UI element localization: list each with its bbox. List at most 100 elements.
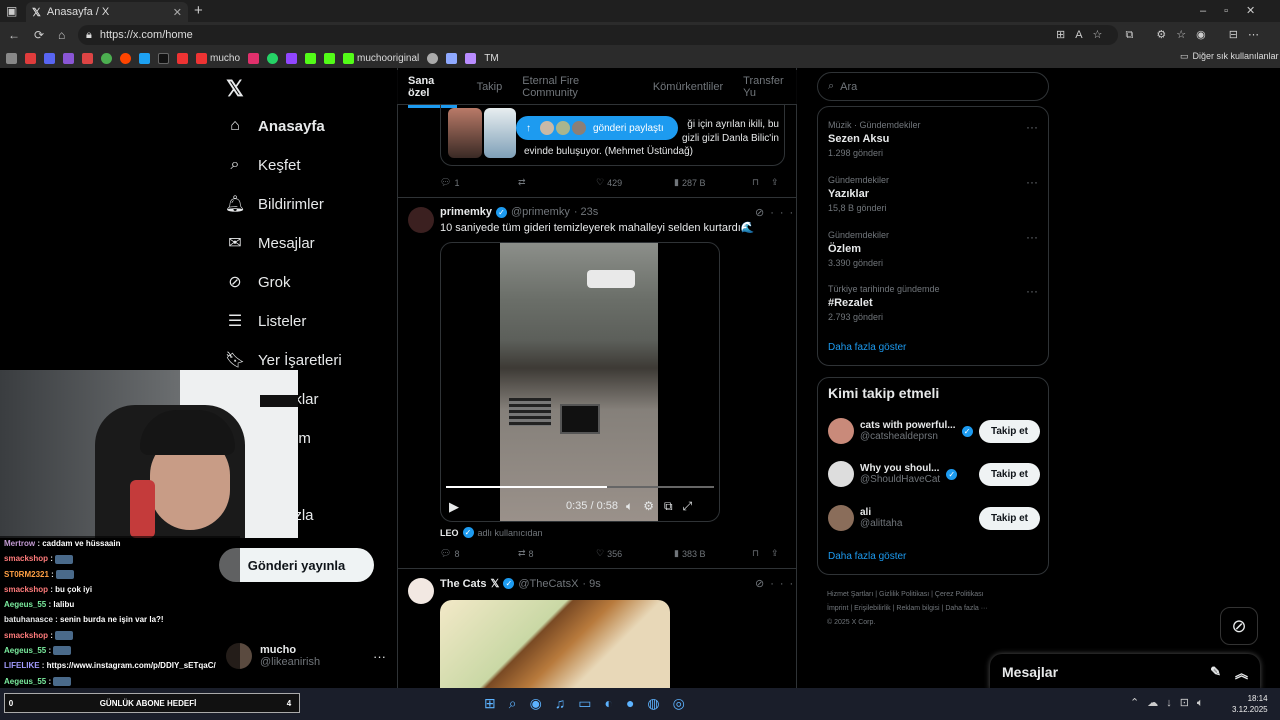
- kick-icon[interactable]: [324, 52, 336, 64]
- bookmark-icon[interactable]: [6, 52, 17, 64]
- youtube-icon[interactable]: [177, 52, 188, 64]
- like-button[interactable]: ♡ 429: [596, 177, 674, 188]
- more-icon[interactable]: ···: [1026, 175, 1038, 189]
- repost-button[interactable]: ⇄: [518, 177, 596, 188]
- more-icon[interactable]: ···: [1026, 230, 1038, 244]
- more-icon[interactable]: ···: [373, 649, 386, 664]
- tab-actions-icon[interactable]: ▣: [6, 4, 17, 18]
- new-tab-icon[interactable]: +: [194, 2, 203, 19]
- reply-button[interactable]: 💬︎ 8: [440, 548, 518, 559]
- nav-lists[interactable]: ☰ Listeler: [226, 309, 307, 333]
- play-icon[interactable]: ▶: [449, 499, 459, 515]
- tab-following[interactable]: Takip: [477, 81, 503, 93]
- who-show-more[interactable]: Daha fazla göster: [828, 551, 906, 562]
- author-handle[interactable]: @TheCatsX: [518, 578, 578, 590]
- lock-icon: 🔒︎: [86, 28, 92, 41]
- bookmark-icon[interactable]: [427, 52, 439, 64]
- views-button[interactable]: ▮ 383 B: [674, 548, 752, 559]
- bookmark-muchooriginal[interactable]: muchooriginal: [343, 52, 419, 64]
- like-button[interactable]: ♡ 356: [596, 548, 674, 559]
- bookmark-icon[interactable]: [25, 52, 36, 64]
- instagram-icon[interactable]: [248, 52, 260, 64]
- follow-suggestion[interactable]: Why you shoul... @ShouldHaveCat ✓ Takip e…: [828, 461, 1040, 487]
- compose-message-icon[interactable]: ✎: [1210, 664, 1221, 680]
- new-posts-pill[interactable]: ↑ gönderi paylaştı: [516, 116, 678, 140]
- search-input[interactable]: ⌕ Ara: [817, 72, 1049, 101]
- more-icon[interactable]: ···: [1026, 284, 1038, 298]
- tab-transfer[interactable]: Transfer Yu: [743, 75, 797, 99]
- bookmark-mucho[interactable]: mucho: [196, 52, 240, 64]
- clock[interactable]: 18:14 3.12.2025: [1232, 693, 1268, 715]
- other-bookmarks[interactable]: ▭ Diğer sık kullanılanlar: [1180, 51, 1279, 62]
- bookmark-icon[interactable]: [465, 52, 477, 64]
- trend-item[interactable]: Gündemdekiler Yazıklar 15,8 B gönderi: [828, 175, 889, 213]
- close-tab-icon[interactable]: ✕: [173, 6, 182, 19]
- avatar[interactable]: [408, 578, 434, 604]
- bookmark-icon[interactable]: [446, 52, 458, 64]
- post-button[interactable]: Gönderi yayınla: [219, 548, 374, 582]
- tweet-image[interactable]: [440, 600, 670, 688]
- discord-icon[interactable]: [44, 52, 55, 64]
- follow-button[interactable]: Takip et: [978, 506, 1040, 530]
- nav-notifications[interactable]: 🔔︎ Bildirimler: [225, 192, 324, 216]
- account-switcher[interactable]: mucho @likeanirish ···: [226, 643, 386, 669]
- tab-komurkentliler[interactable]: Kömürkentliler: [653, 81, 723, 93]
- more-icon[interactable]: ···: [1026, 120, 1038, 134]
- nav-bookmarks[interactable]: 🔖︎ Yer İşaretleri: [225, 348, 342, 372]
- nav-messages[interactable]: ✉ Mesajlar: [226, 231, 314, 255]
- share-icon[interactable]: ⇪: [771, 177, 779, 188]
- chevron-up-icon[interactable]: ︽: [1235, 663, 1248, 682]
- avatar[interactable]: [408, 207, 434, 233]
- video-controls[interactable]: 🔈︎⚙⧉⤢: [626, 499, 702, 514]
- nav-grok[interactable]: ⊘ Grok: [226, 270, 290, 294]
- author-handle[interactable]: @primemky: [511, 206, 570, 218]
- author-name[interactable]: primemky: [440, 206, 492, 218]
- author-name[interactable]: The Cats: [440, 578, 486, 590]
- kick-icon[interactable]: [305, 52, 317, 64]
- bookmark-tm[interactable]: TM: [484, 53, 498, 64]
- url-field[interactable]: 🔒︎ https://x.com/home: [78, 25, 1118, 45]
- follow-suggestion[interactable]: cats with powerful... @catshealdeprsn ✓ T…: [828, 418, 1040, 444]
- grok-fab-icon[interactable]: ⊘: [1220, 607, 1258, 645]
- system-tray-icons[interactable]: ⌃☁↓⊡🔈︎: [1130, 696, 1212, 710]
- tweet-menu[interactable]: ⊘···: [755, 577, 799, 590]
- messages-drawer[interactable]: Mesajlar ✎ ︽: [990, 654, 1260, 690]
- chrome-icon[interactable]: [101, 52, 112, 64]
- trends-show-more[interactable]: Daha fazla göster: [828, 342, 906, 353]
- follow-suggestion[interactable]: ali @alittaha Takip et: [828, 505, 1040, 531]
- trend-item[interactable]: Gündemdekiler Özlem 3.390 gönderi: [828, 230, 889, 268]
- x-logo-icon[interactable]: 𝕏: [226, 76, 244, 102]
- reply-icon: 💬︎: [440, 548, 452, 558]
- tweet-menu[interactable]: ⊘···: [755, 206, 799, 219]
- browser-toolbar-icons[interactable]: ⊞A☆ ⧉ ⚙☆◉ ⊟⋯: [1056, 28, 1269, 42]
- nav-home[interactable]: ⌂ Anasayfa: [226, 114, 325, 138]
- nav-explore[interactable]: ⌕ Keşfet: [226, 153, 301, 177]
- whatsapp-icon[interactable]: [267, 52, 279, 64]
- video-drain: [509, 398, 551, 426]
- gmail-icon[interactable]: [82, 52, 93, 64]
- reddit-icon[interactable]: [120, 52, 131, 64]
- x-icon[interactable]: [158, 52, 169, 64]
- trend-item[interactable]: Müzik · Gündemdekiler Sezen Aksu 1.298 gön…: [828, 120, 921, 158]
- twitter-icon[interactable]: [139, 52, 150, 64]
- views-button[interactable]: ▮ 287 B: [674, 177, 752, 188]
- follow-button[interactable]: Takip et: [978, 462, 1040, 486]
- taskbar-apps[interactable]: ⊞⌕◉♫▭◐●◍◎: [484, 695, 698, 712]
- tweet-time[interactable]: · 9s: [582, 578, 600, 590]
- bookmark-icon[interactable]: [63, 52, 74, 64]
- nav-buttons[interactable]: ←⟳⌂: [8, 28, 79, 42]
- bookmark-icon[interactable]: ⊓: [752, 548, 759, 559]
- tweet-header: primemky ✓ @primemky · 23s: [440, 206, 598, 218]
- share-icon[interactable]: ⇪: [771, 548, 779, 559]
- browser-tab[interactable]: 𝕏 Anasayfa / X ✕: [26, 2, 188, 22]
- bookmark-icon[interactable]: ⊓: [752, 177, 759, 188]
- tab-eternal-fire[interactable]: Eternal Fire Community: [522, 75, 633, 99]
- repost-button[interactable]: ⇄ 8: [518, 548, 596, 559]
- reply-button[interactable]: 💬︎ 1: [440, 177, 518, 188]
- twitch-icon[interactable]: [286, 52, 298, 64]
- tweet-time[interactable]: · 23s: [574, 206, 598, 218]
- window-controls[interactable]: –▫✕: [1200, 4, 1273, 17]
- trend-item[interactable]: Türkiye tarihinde gündemde #Rezalet 2.793 …: [828, 284, 940, 322]
- follow-button[interactable]: Takip et: [978, 419, 1040, 443]
- source-name[interactable]: LEO: [440, 528, 459, 538]
